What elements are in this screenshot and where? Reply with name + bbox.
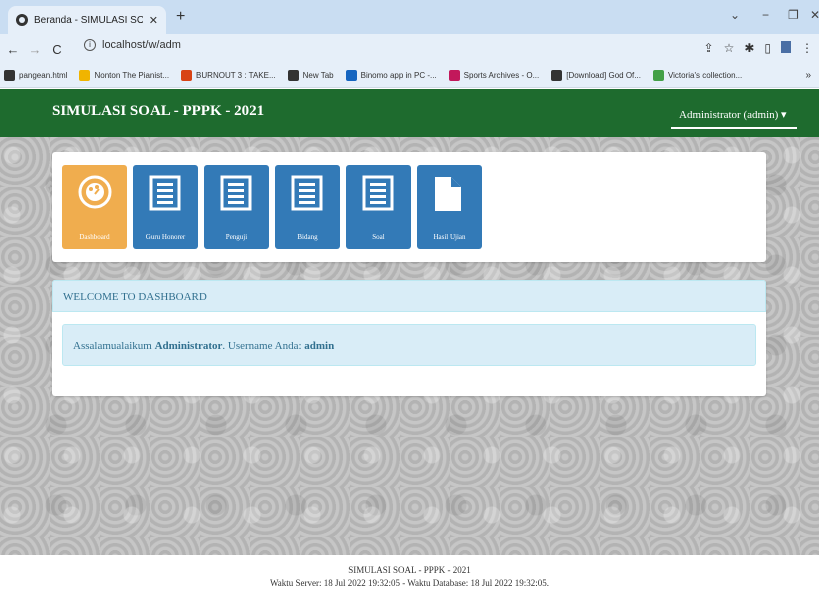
- bookmark-favicon-icon: [448, 70, 460, 81]
- new-tab-icon[interactable]: +: [176, 8, 185, 26]
- footer-title: SIMULASI SOAL - PPPK - 2021: [348, 565, 471, 575]
- bookmark-favicon-icon: [79, 70, 91, 81]
- bookmark-favicon-icon: [345, 70, 357, 81]
- bookmark-item[interactable]: Victoria's collection...: [652, 70, 743, 81]
- address-bar: ← → C i localhost/w/adm ⇪ ☆ ✱ ▯ ⋮: [0, 34, 819, 64]
- back-icon[interactable]: ←: [4, 42, 22, 57]
- tab-title: Beranda - SIMULASI SOAL - PPP: [34, 14, 143, 26]
- bookmark-item[interactable]: Sports Archives - O...: [448, 70, 540, 81]
- panel-heading: WELCOME TO DASHBOARD: [52, 280, 766, 312]
- bookmarks-overflow-icon[interactable]: »: [805, 70, 811, 81]
- bookmark-item[interactable]: New Tab: [287, 70, 334, 81]
- browser-tab-bar: Beranda - SIMULASI SOAL - PPP ✕ + ⌄ − ❐ …: [0, 0, 819, 34]
- bookmark-item[interactable]: pangean.html: [4, 70, 67, 81]
- brand-title[interactable]: SIMULASI SOAL - PPPK - 2021: [52, 103, 264, 120]
- bookmark-favicon-icon: [181, 70, 193, 81]
- restore-icon[interactable]: ❐: [788, 8, 799, 22]
- bookmark-item[interactable]: BURNOUT 3 : TAKE...: [181, 70, 276, 81]
- menu-tile-bidang[interactable]: Bidang: [275, 165, 340, 249]
- menu-tile-penguji[interactable]: Penguji: [204, 165, 269, 249]
- bookmark-label: Victoria's collection...: [667, 71, 743, 80]
- bookmarks-bar: pangean.html Nonton The Pianist... BURNOUT…: [0, 64, 819, 88]
- profile-icon[interactable]: [781, 41, 791, 53]
- minimize-icon[interactable]: −: [762, 8, 769, 22]
- bookmark-favicon-icon: [287, 70, 299, 81]
- bookmark-label: New Tab: [302, 71, 334, 80]
- close-tab-icon[interactable]: ✕: [149, 14, 158, 27]
- globe-icon: [16, 14, 28, 26]
- menu-tile-guru-honorer[interactable]: Guru Honorer: [133, 165, 198, 249]
- menu-tile-label: Soal: [372, 233, 385, 241]
- bookmark-label: pangean.html: [19, 71, 68, 80]
- menu-tile-dashboard[interactable]: Dashboard: [62, 165, 127, 249]
- url-text: localhost/w/adm: [102, 39, 181, 51]
- menu-tile-label: Hasil Ujian: [433, 233, 466, 241]
- bookmark-item[interactable]: Nonton The Pianist...: [79, 70, 169, 81]
- url-field[interactable]: i localhost/w/adm: [84, 39, 181, 51]
- site-info-icon[interactable]: i: [84, 39, 96, 51]
- tab-search-icon[interactable]: ⌄: [730, 8, 740, 22]
- bookmark-item[interactable]: [Download] God Of...: [551, 70, 641, 81]
- bookmark-label: Sports Archives - O...: [463, 71, 540, 80]
- bookmark-item[interactable]: Binomo app in PC -...: [345, 70, 437, 81]
- close-window-icon[interactable]: ✕: [810, 8, 819, 22]
- dashboard-panel: WELCOME TO DASHBOARD Assalamualaikum Adm…: [52, 280, 766, 396]
- bookmark-label: BURNOUT 3 : TAKE...: [196, 71, 276, 80]
- user-menu-label: Administrator (admin): [679, 109, 779, 121]
- menu-tile-label: Penguji: [225, 233, 248, 241]
- bookmark-label: Nonton The Pianist...: [94, 71, 170, 80]
- bookmark-favicon-icon: [4, 70, 15, 81]
- reload-icon[interactable]: C: [48, 42, 66, 57]
- menu-kebab-icon[interactable]: ⋮: [801, 41, 813, 55]
- bookmark-favicon-icon: [652, 70, 664, 81]
- bookmark-star-icon[interactable]: ☆: [724, 41, 735, 55]
- share-icon[interactable]: ⇪: [704, 41, 714, 55]
- caret-down-icon: ▾: [781, 109, 787, 121]
- username-value: admin: [304, 340, 335, 352]
- bookmark-label: [Download] God Of...: [566, 71, 641, 80]
- user-menu[interactable]: Administrator (admin) ▾: [671, 99, 797, 129]
- sidebar-icon[interactable]: ▯: [764, 41, 771, 55]
- footer: SIMULASI SOAL - PPPK - 2021 Waktu Server…: [0, 555, 819, 596]
- browser-tab[interactable]: Beranda - SIMULASI SOAL - PPP ✕: [8, 6, 166, 34]
- menu-tile-hasil-ujian[interactable]: Hasil Ujian: [417, 165, 482, 249]
- menu-tile-label: Guru Honorer: [145, 233, 186, 241]
- footer-timestamp: Waktu Server: 18 Jul 2022 19:32:05 - Wak…: [269, 578, 550, 588]
- menu-tile-label: Dashboard: [79, 233, 110, 241]
- username-text: . Username Anda:: [222, 340, 302, 352]
- menu-tile-soal[interactable]: Soal: [346, 165, 411, 249]
- bookmark-label: Binomo app in PC -...: [360, 71, 437, 80]
- greeting-name: Administrator: [154, 340, 223, 352]
- menu-tile-label: Bidang: [297, 233, 318, 241]
- greeting-prefix: Assalamualaikum: [73, 340, 152, 352]
- app-navbar: SIMULASI SOAL - PPPK - 2021 Administrato…: [0, 89, 819, 137]
- extensions-icon[interactable]: ✱: [744, 41, 754, 55]
- welcome-alert: Assalamualaikum Administrator. Username …: [62, 324, 756, 366]
- menu-panel: Dashboard Guru Honorer Penguji Bidang Soal Ha…: [52, 152, 766, 262]
- bookmark-favicon-icon: [551, 70, 563, 81]
- forward-icon[interactable]: →: [26, 42, 44, 57]
